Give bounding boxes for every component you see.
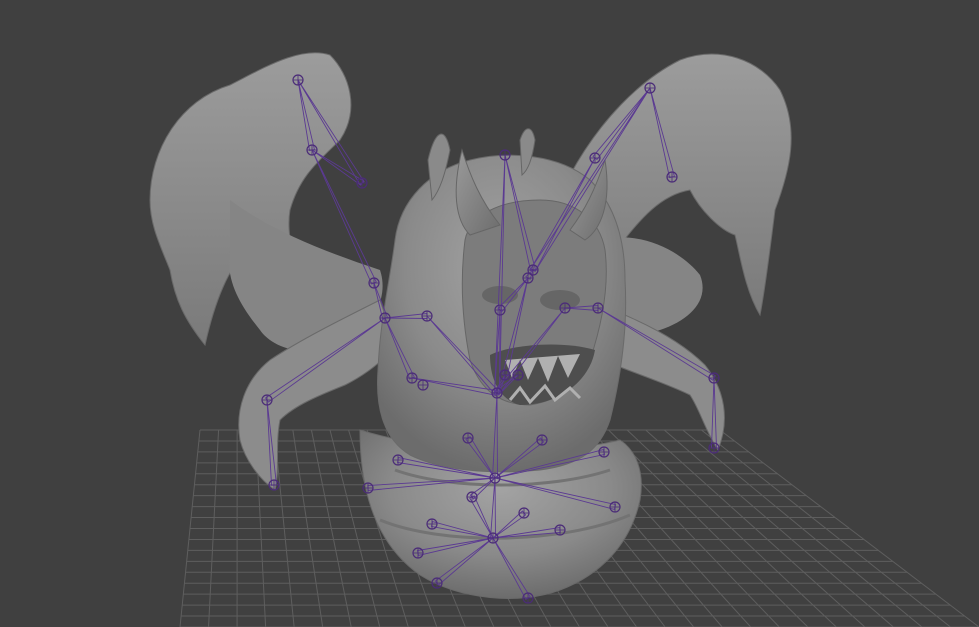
left-eye <box>482 286 518 304</box>
joint[interactable] <box>417 379 429 391</box>
joint[interactable] <box>406 372 418 384</box>
joint[interactable] <box>292 74 304 86</box>
joint[interactable] <box>426 518 438 530</box>
joint[interactable] <box>412 547 424 559</box>
joint[interactable] <box>522 272 534 284</box>
joint[interactable] <box>356 177 368 189</box>
joint[interactable] <box>518 507 530 519</box>
joint[interactable] <box>368 277 380 289</box>
joint[interactable] <box>499 149 511 161</box>
joint[interactable] <box>598 446 610 458</box>
joint[interactable] <box>362 482 374 494</box>
joint[interactable] <box>421 310 433 322</box>
joint[interactable] <box>512 369 524 381</box>
joint[interactable] <box>589 152 601 164</box>
joint[interactable] <box>466 491 478 503</box>
joint[interactable] <box>708 442 720 454</box>
joint[interactable] <box>494 304 506 316</box>
joint[interactable] <box>592 302 604 314</box>
joint[interactable] <box>392 454 404 466</box>
joint[interactable] <box>491 387 503 399</box>
joint[interactable] <box>489 472 501 484</box>
scene-canvas[interactable] <box>0 0 979 627</box>
joint[interactable] <box>554 524 566 536</box>
joint[interactable] <box>499 369 511 381</box>
joint[interactable] <box>609 501 621 513</box>
joint[interactable] <box>536 434 548 446</box>
joint[interactable] <box>261 394 273 406</box>
joint[interactable] <box>379 312 391 324</box>
joint[interactable] <box>559 302 571 314</box>
3d-viewport[interactable] <box>0 0 979 627</box>
joint[interactable] <box>431 577 443 589</box>
joint[interactable] <box>666 171 678 183</box>
joint[interactable] <box>644 82 656 94</box>
joint[interactable] <box>522 592 534 604</box>
joint[interactable] <box>708 372 720 384</box>
joint[interactable] <box>487 532 499 544</box>
joint[interactable] <box>462 432 474 444</box>
joint[interactable] <box>268 479 280 491</box>
creature-mesh[interactable] <box>149 52 792 599</box>
joint[interactable] <box>306 144 318 156</box>
